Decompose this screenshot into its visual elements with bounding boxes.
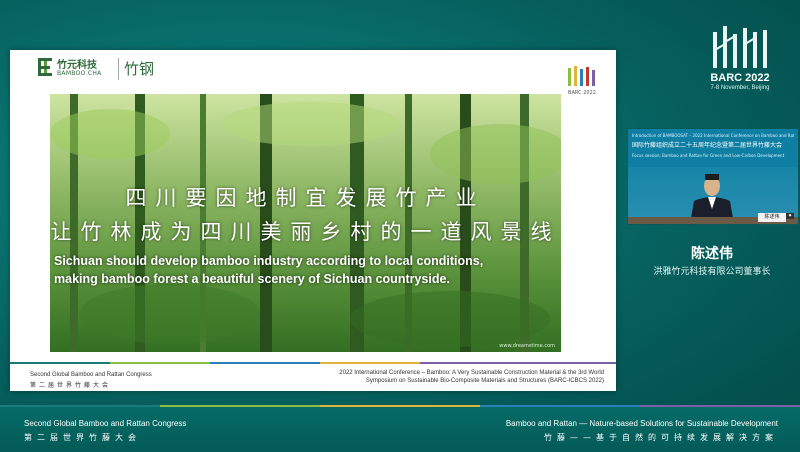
speaker-figure	[628, 174, 798, 224]
headline-cn-2: 让竹林成为四川美丽乡村的一道风景线	[50, 220, 561, 244]
footer-stripe-5	[420, 362, 616, 364]
slide-footer-congress-cn: 第二届世界竹藤大会	[30, 382, 112, 389]
event-date: 7-8 November, Beijing	[710, 85, 770, 91]
slide-footer-conference-1: 2022 International Conference – Bamboo: …	[339, 370, 604, 376]
speaker-video: Introduction of BAMBOOSAT – 2022 Interna…	[627, 128, 799, 225]
speaker-title: 洪雅竹元科技有限公司董事长	[653, 267, 771, 277]
headline-en-2: making bamboo forest a beautiful scenery…	[54, 272, 450, 286]
headline-en-1: Sichuan should develop bamboo industry a…	[54, 254, 484, 268]
footer-stripe-4	[320, 362, 420, 364]
speaker-name: 陈述伟	[691, 246, 733, 262]
bottom-banner: Second Global Bamboo and Rattan Congress…	[0, 407, 800, 452]
photo-watermark: www.dreamstime.com	[499, 343, 555, 349]
theme-en: Bamboo and Rattan — Nature-based Solutio…	[505, 419, 778, 428]
microphone-icon: ●	[786, 213, 794, 219]
footer-stripe-1	[10, 362, 110, 364]
barc-mini-label: BARC 2022	[568, 90, 596, 96]
event-title: BARC 2022	[710, 72, 770, 84]
slide-footer-congress-en: Second Global Bamboo and Rattan Congress	[30, 372, 152, 378]
barc-logo-icon	[568, 66, 595, 86]
slide-footer-conference-2: Symposium on Sustainable Bio-Composite M…	[365, 378, 604, 384]
bamboo-forest-photo: 四川要因地制宜发展竹产业 让竹林成为四川美丽乡村的一道风景线 Sichuan s…	[50, 94, 561, 352]
barc-logo-icon	[713, 26, 767, 68]
slide-header: 竹元科技 BAMBOO CHA 竹钢 BARC 2022	[10, 50, 616, 96]
company-logo-en: BAMBOO CHA	[57, 70, 102, 77]
company-name: 竹钢	[124, 60, 155, 78]
footer-stripe-3	[210, 362, 320, 364]
logo-divider	[118, 58, 119, 80]
theme-cn: 竹藤——基于自然的可持续发展解决方案	[544, 433, 778, 442]
speaker-nameplate: 陈述伟	[758, 213, 786, 222]
barc-mini-logo: BARC 2022	[564, 64, 600, 100]
bamboo-logo-icon	[38, 58, 52, 76]
congress-name-en: Second Global Bamboo and Rattan Congress	[24, 419, 187, 428]
company-logo-cn: 竹元科技	[57, 60, 97, 71]
headline-cn-1: 四川要因地制宜发展竹产业	[125, 186, 486, 210]
presentation-slide: 竹元科技 BAMBOO CHA 竹钢 BARC 2022 四川要因地制宜发展竹产…	[10, 50, 616, 391]
footer-stripe-2	[110, 362, 210, 364]
congress-name-cn: 第二届世界竹藤大会	[24, 433, 141, 442]
